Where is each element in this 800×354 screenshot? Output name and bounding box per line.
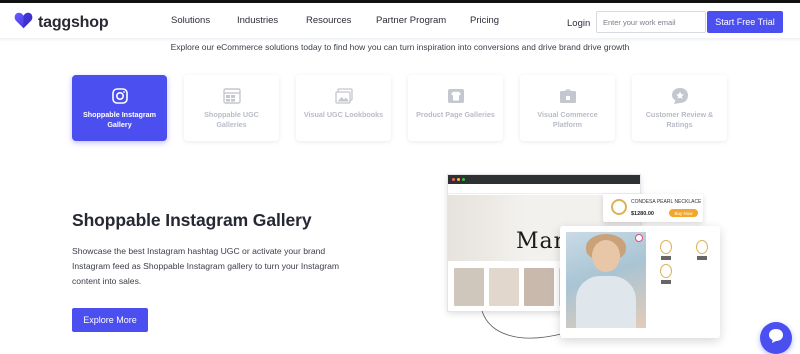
site-header: taggshop Solutions Industries Resources … — [0, 3, 800, 40]
mini-buy — [661, 280, 671, 284]
card-label: Customer Review & Ratings — [645, 110, 714, 129]
card-visual-commerce-platform[interactable]: Visual Commerce Platform — [520, 75, 615, 141]
nav-solutions[interactable]: Solutions — [171, 15, 210, 26]
image-icon — [334, 87, 353, 105]
login-link[interactable]: Login — [567, 18, 590, 29]
mini-buy — [697, 256, 707, 260]
mini-product — [688, 240, 716, 260]
card-label: Shoppable UGC Galleries — [204, 110, 259, 129]
thumbnail — [524, 268, 554, 306]
model-face — [592, 240, 620, 272]
chat-icon — [768, 328, 784, 349]
nav-resources[interactable]: Resources — [306, 15, 351, 26]
review-star-icon — [671, 87, 689, 105]
browser-toolbar — [448, 175, 640, 184]
work-email-input[interactable] — [596, 11, 706, 33]
product-row — [652, 264, 716, 284]
product-row — [652, 240, 716, 260]
jewelry-thumb — [660, 240, 672, 254]
instagram-badge-icon — [635, 234, 643, 242]
instagram-icon — [111, 87, 129, 105]
section-title: Shoppable Instagram Gallery — [72, 210, 312, 230]
buy-now-button: Buy Now — [669, 209, 698, 217]
card-customer-review-ratings[interactable]: Customer Review & Ratings — [632, 75, 727, 141]
jewelry-thumb — [660, 264, 672, 278]
thumbnail — [454, 268, 484, 306]
card-label: Visual UGC Lookbooks — [303, 110, 384, 119]
card-visual-ugc-lookbooks[interactable]: Visual UGC Lookbooks — [296, 75, 391, 141]
card-label: Product Page Galleries — [416, 110, 495, 119]
jewelry-thumb — [696, 240, 708, 254]
product-name: CONDESA PEARL NECKLACE — [631, 199, 702, 205]
start-free-trial-button[interactable]: Start Free Trial — [707, 11, 783, 33]
explore-more-button[interactable]: Explore More — [72, 308, 148, 332]
model-photo — [566, 232, 646, 328]
shirt-icon — [447, 87, 465, 105]
mock-site-nav — [448, 184, 640, 194]
product-tag-card: CONDESA PEARL NECKLACE $1280.00 Buy Now — [603, 194, 703, 222]
card-shoppable-ugc-galleries[interactable]: Shoppable UGC Galleries — [184, 75, 279, 141]
instagram-post-popup — [560, 226, 720, 338]
section-description: Showcase the best Instagram hashtag UGC … — [72, 246, 340, 286]
nav-pricing[interactable]: Pricing — [470, 15, 499, 26]
product-price: $1280.00 — [631, 211, 654, 217]
window-dot — [462, 178, 465, 181]
model-shoulders — [576, 276, 636, 328]
nav-industries[interactable]: Industries — [237, 15, 278, 26]
chat-launcher-button[interactable] — [760, 322, 792, 354]
window-dot — [457, 178, 460, 181]
necklace-thumb — [611, 199, 627, 215]
card-product-page-galleries[interactable]: Product Page Galleries — [408, 75, 503, 141]
gallery-grid-icon — [222, 87, 241, 105]
logo[interactable]: taggshop — [14, 12, 109, 34]
mini-buy — [661, 256, 671, 260]
product-illustration: Mam CONDESA PEARL NECKLACE $1280.00 Buy … — [440, 170, 740, 350]
nav-partner-program[interactable]: Partner Program — [376, 15, 446, 26]
card-label: Shoppable Instagram Gallery — [82, 110, 157, 129]
logo-text: taggshop — [38, 14, 109, 31]
window-dot — [452, 178, 455, 181]
card-label: Visual Commerce Platform — [537, 110, 598, 129]
tagged-products-panel — [652, 236, 716, 284]
mini-product — [652, 264, 680, 284]
section-tagline: Explore our eCommerce solutions today to… — [170, 42, 630, 52]
mini-product — [652, 240, 680, 260]
thumbnail — [489, 268, 519, 306]
heart-logo-icon — [14, 12, 33, 34]
card-shoppable-instagram-gallery[interactable]: Shoppable Instagram Gallery — [72, 75, 167, 141]
connector-arrow — [481, 310, 567, 339]
shopping-bag-icon — [559, 87, 577, 105]
